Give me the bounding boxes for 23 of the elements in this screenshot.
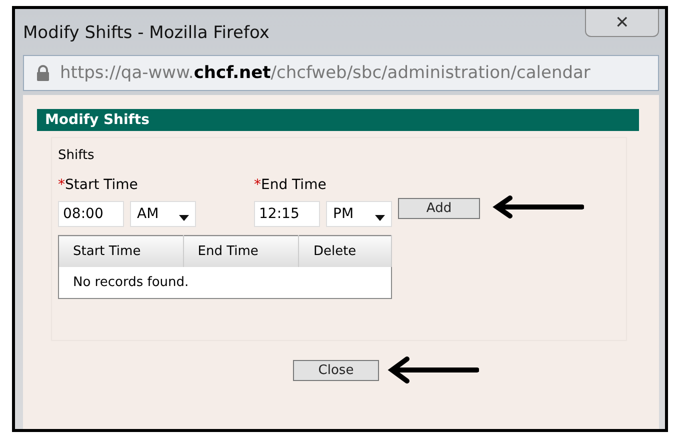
- field-label: *End Time: [254, 177, 328, 193]
- field-label: *Start Time: [58, 177, 139, 193]
- time-field[interactable]: 08:00: [58, 201, 124, 227]
- address-bar[interactable]: https://qa-www.chcf.net/chcfweb/sbc/administration/calendar: [23, 55, 659, 91]
- window-title: Modify Shifts - Mozilla Firefox: [23, 22, 270, 43]
- column-header[interactable]: Delete: [298, 236, 392, 267]
- arrow-icon: [386, 355, 479, 385]
- column-header[interactable]: Start Time: [58, 236, 184, 267]
- add-button[interactable]: Add: [398, 198, 480, 219]
- close-dialog-button[interactable]: Close: [293, 360, 379, 380]
- empty-message: No records found.: [58, 267, 392, 298]
- url-text: https://qa-www.chcf.net/chcfweb/sbc/administration/calendar: [60, 63, 590, 83]
- period-dropdown[interactable]: AM: [130, 201, 196, 227]
- caret-icon: [179, 215, 189, 221]
- panel-title: Modify Shifts: [45, 112, 150, 128]
- time-field[interactable]: 12:15: [254, 201, 320, 227]
- period-dropdown[interactable]: PM: [326, 201, 392, 227]
- arrow-icon: [492, 195, 584, 219]
- column-header[interactable]: End Time: [183, 236, 299, 267]
- close-button[interactable]: ✕: [585, 9, 659, 37]
- caret-icon: [375, 215, 385, 221]
- section-label: Shifts: [58, 148, 94, 163]
- lock-icon: [36, 65, 50, 81]
